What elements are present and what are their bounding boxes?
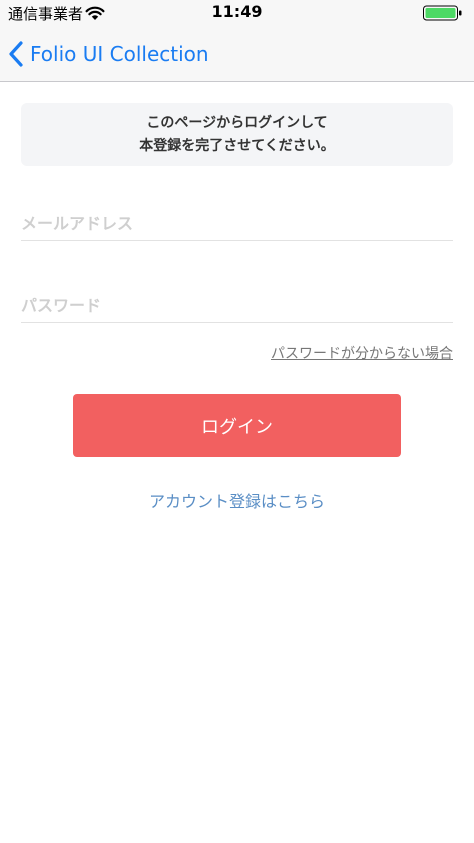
login-message-box: このページからログインして 本登録を完了させてください。 <box>21 103 453 166</box>
status-bar: 通信事業者 11:49 <box>0 0 474 26</box>
battery-icon <box>423 5 462 21</box>
password-field-container <box>21 290 453 323</box>
email-field[interactable] <box>21 208 453 238</box>
navigation-bar: Folio UI Collection <box>0 26 474 82</box>
register-account-link[interactable]: アカウント登録はこちら <box>0 488 474 512</box>
forgot-password-link[interactable]: パスワードが分からない場合 <box>271 343 453 363</box>
status-time: 11:49 <box>211 2 263 21</box>
login-button[interactable]: ログイン <box>73 394 401 457</box>
message-line-1: このページからログインして <box>146 114 328 131</box>
chevron-left-icon <box>9 41 23 67</box>
message-line-2: 本登録を完了させてください。 <box>139 137 335 154</box>
back-button[interactable]: Folio UI Collection <box>8 36 209 72</box>
password-field[interactable] <box>21 290 453 320</box>
email-field-container <box>21 208 453 241</box>
back-button-label: Folio UI Collection <box>30 42 209 66</box>
